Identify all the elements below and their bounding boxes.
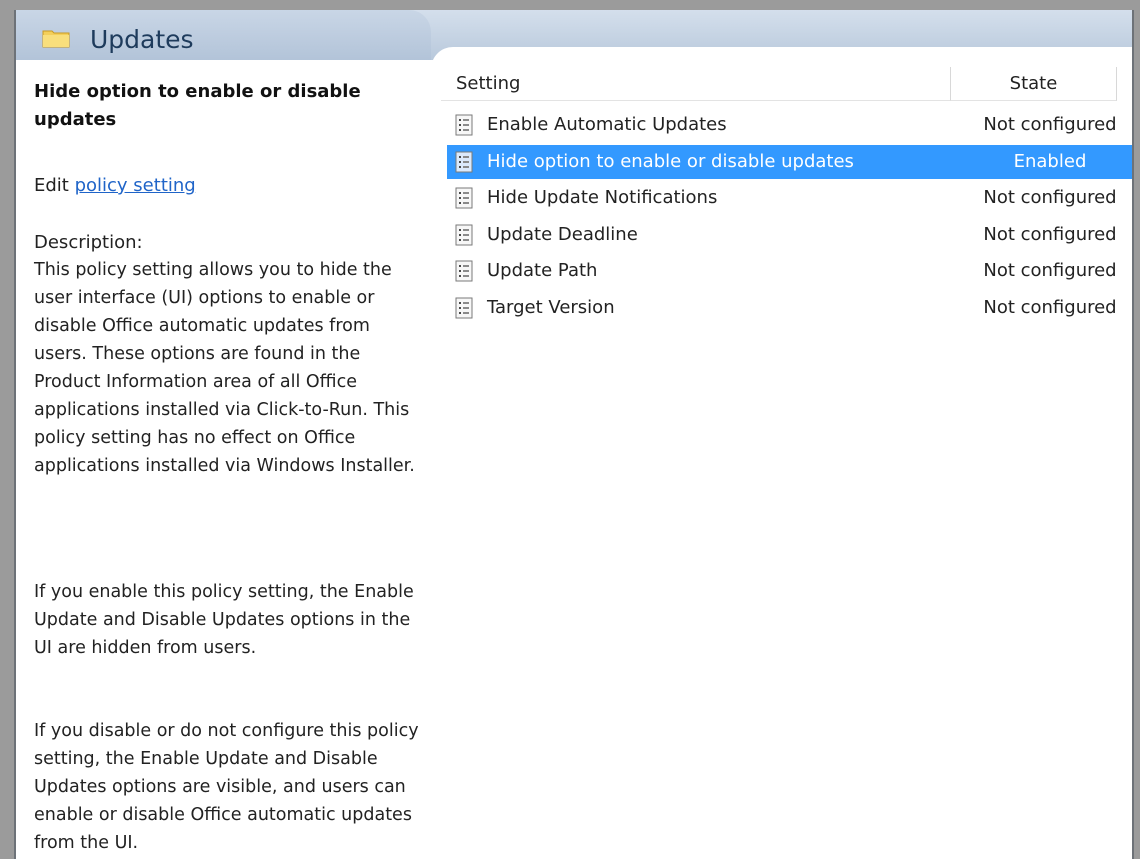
settings-pane: Setting State Enable Automatic Updates No… bbox=[431, 47, 1132, 859]
enable-paragraph: If you enable this policy setting, the E… bbox=[34, 582, 414, 658]
setting-name: Target Version bbox=[487, 296, 615, 318]
policy-doc-icon bbox=[455, 114, 473, 136]
policy-doc-icon bbox=[455, 297, 473, 318]
table-row[interactable]: Hide Update Notifications Not configured bbox=[447, 181, 1132, 215]
table-row[interactable]: Target Version Not configured bbox=[447, 291, 1132, 325]
policy-doc-icon bbox=[455, 151, 473, 172]
setting-name: Hide Update Notifications bbox=[487, 187, 718, 208]
edit-line: Edit policy setting bbox=[34, 175, 196, 196]
disable-paragraph: If you disable or do not configure this … bbox=[34, 721, 419, 853]
table-row[interactable]: Hide option to enable or disable updates… bbox=[447, 144, 1132, 179]
policy-editor-window: Updates Hide option to enable or disable… bbox=[14, 10, 1134, 859]
details-pane: Hide option to enable or disable updates… bbox=[16, 60, 431, 859]
setting-name: Hide option to enable or disable updates bbox=[487, 150, 854, 172]
setting-state: Not configured bbox=[983, 296, 1117, 318]
folder-icon bbox=[42, 30, 70, 48]
policy-doc-icon bbox=[455, 187, 473, 209]
policy-doc-icon bbox=[455, 260, 473, 282]
setting-state: Not configured bbox=[983, 223, 1117, 245]
folder-title: Updates bbox=[90, 25, 194, 54]
setting-state: Not configured bbox=[983, 260, 1117, 281]
column-header-state[interactable]: State bbox=[951, 67, 1117, 101]
setting-state: Enabled bbox=[1013, 150, 1087, 172]
setting-name: Enable Automatic Updates bbox=[487, 114, 727, 135]
setting-state: Not configured bbox=[983, 114, 1117, 135]
policy-title: Hide option to enable or disable updates bbox=[34, 81, 361, 130]
edit-prefix: Edit bbox=[34, 175, 69, 196]
table-row[interactable]: Update Path Not configured bbox=[447, 254, 1132, 288]
column-header-setting[interactable]: Setting bbox=[441, 67, 951, 101]
setting-name: Update Deadline bbox=[487, 223, 638, 245]
table-row[interactable]: Enable Automatic Updates Not configured bbox=[447, 108, 1132, 142]
policy-doc-icon bbox=[455, 224, 473, 245]
description-label: Description: bbox=[34, 232, 143, 253]
description-paragraph: This policy setting allows you to hide t… bbox=[34, 260, 415, 476]
table-row[interactable]: Update Deadline Not configured bbox=[447, 218, 1132, 252]
policy-setting-link[interactable]: policy setting bbox=[75, 175, 196, 196]
setting-state: Not configured bbox=[983, 187, 1117, 208]
setting-name: Update Path bbox=[487, 260, 598, 281]
